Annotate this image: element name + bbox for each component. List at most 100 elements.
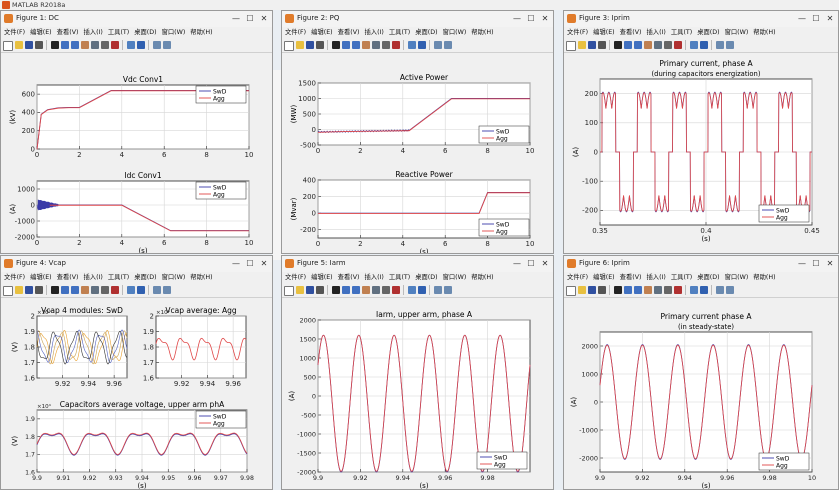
minimize-icon[interactable]: —: [511, 13, 523, 24]
menu-item[interactable]: 文件(F): [285, 272, 306, 283]
figure-titlebar[interactable]: Figure 4: Vcap — ☐ ✕: [1, 256, 272, 272]
rotate-3d-icon[interactable]: [372, 286, 380, 294]
new-figure-icon[interactable]: [566, 41, 576, 51]
menu-item[interactable]: 工具(T): [108, 272, 129, 283]
menu-item[interactable]: 帮助(H): [190, 272, 212, 283]
hide-plot-tools-icon[interactable]: [434, 41, 442, 49]
menu-item[interactable]: 窗口(W): [162, 27, 186, 38]
figure-window-pq[interactable]: Figure 2: PQ — ☐ ✕ 文件(F) 编辑(E) 查看(V) 插入(I) 工具(T)…: [281, 10, 554, 254]
menu-item[interactable]: 窗口(W): [443, 272, 467, 283]
close-icon[interactable]: ✕: [539, 13, 551, 24]
pan-hand-icon[interactable]: [644, 286, 652, 294]
figure-titlebar[interactable]: Figure 6: Iprim — ☐ ✕: [564, 256, 838, 272]
zoom-in-icon[interactable]: [61, 41, 69, 49]
colorbar-icon[interactable]: [127, 41, 135, 49]
legend[interactable]: SwDAgg: [195, 181, 247, 200]
figure-titlebar[interactable]: Figure 5: Iarm — ☐ ✕: [282, 256, 553, 272]
minimize-icon[interactable]: —: [796, 13, 808, 24]
legend[interactable]: SwDAgg: [758, 452, 810, 471]
data-cursor-icon[interactable]: [101, 286, 109, 294]
open-file-icon[interactable]: [296, 41, 304, 49]
colorbar-icon[interactable]: [690, 41, 698, 49]
menu-item[interactable]: 编辑(E): [30, 27, 52, 38]
menu-item[interactable]: 窗口(W): [725, 27, 749, 38]
menu-item[interactable]: 工具(T): [671, 272, 692, 283]
axes[interactable]: 1.6 1.7 1.8 1.9 2 9.92 9.94 9.96 Vcap average: A…: [143, 306, 247, 388]
brush-icon[interactable]: [111, 286, 119, 294]
new-figure-icon[interactable]: [566, 286, 576, 296]
zoom-out-icon[interactable]: [634, 286, 642, 294]
select-arrow-icon[interactable]: [51, 41, 59, 49]
maximize-icon[interactable]: ☐: [810, 258, 822, 269]
menu-item[interactable]: 编辑(E): [30, 272, 52, 283]
legend[interactable]: SwDAgg: [478, 125, 530, 144]
save-icon[interactable]: [588, 41, 596, 49]
rotate-3d-icon[interactable]: [91, 41, 99, 49]
pan-hand-icon[interactable]: [362, 286, 370, 294]
menu-item[interactable]: 桌面(D): [415, 272, 437, 283]
menu-item[interactable]: 桌面(D): [134, 27, 156, 38]
menu-item[interactable]: 桌面(D): [697, 272, 719, 283]
show-plot-tools-icon[interactable]: [726, 286, 734, 294]
close-icon[interactable]: ✕: [539, 258, 551, 269]
select-arrow-icon[interactable]: [614, 286, 622, 294]
menu-item[interactable]: 文件(F): [285, 27, 306, 38]
maximize-icon[interactable]: ☐: [244, 13, 256, 24]
maximize-icon[interactable]: ☐: [810, 13, 822, 24]
figure-titlebar[interactable]: Figure 2: PQ — ☐ ✕: [282, 11, 553, 27]
legend[interactable]: SwDAgg: [476, 451, 528, 470]
brush-icon[interactable]: [674, 41, 682, 49]
save-icon[interactable]: [588, 286, 596, 294]
menu-item[interactable]: 文件(F): [567, 27, 588, 38]
print-icon[interactable]: [598, 41, 606, 49]
legend[interactable]: SwDAgg: [478, 218, 530, 237]
legend-icon[interactable]: [137, 286, 145, 294]
zoom-out-icon[interactable]: [634, 41, 642, 49]
show-plot-tools-icon[interactable]: [444, 286, 452, 294]
data-cursor-icon[interactable]: [101, 41, 109, 49]
show-plot-tools-icon[interactable]: [726, 41, 734, 49]
hide-plot-tools-icon[interactable]: [153, 286, 161, 294]
axes[interactable]: -20002004000 2 4 6 8 10Reactive Power(Mvar)(s…: [290, 170, 534, 254]
show-plot-tools-icon[interactable]: [163, 41, 171, 49]
data-cursor-icon[interactable]: [382, 286, 390, 294]
menu-item[interactable]: 窗口(W): [725, 272, 749, 283]
select-arrow-icon[interactable]: [614, 41, 622, 49]
close-icon[interactable]: ✕: [824, 258, 836, 269]
print-icon[interactable]: [316, 286, 324, 294]
axes[interactable]: -5000500100015000 2 4 6 8 10Active Power(MW)S…: [290, 73, 534, 155]
menu-item[interactable]: 工具(T): [389, 27, 410, 38]
brush-icon[interactable]: [392, 41, 400, 49]
minimize-icon[interactable]: —: [230, 13, 242, 24]
zoom-in-icon[interactable]: [624, 286, 632, 294]
menu-item[interactable]: 查看(V): [338, 27, 360, 38]
colorbar-icon[interactable]: [408, 41, 416, 49]
legend-icon[interactable]: [418, 41, 426, 49]
figure-window-dc[interactable]: Figure 1: DC — ☐ ✕ 文件(F) 编辑(E) 查看(V) 插入(I) 工具(T)…: [0, 10, 273, 254]
zoom-out-icon[interactable]: [71, 41, 79, 49]
menu-item[interactable]: 查看(V): [620, 27, 642, 38]
menu-item[interactable]: 窗口(W): [443, 27, 467, 38]
menu-item[interactable]: 插入(I): [646, 272, 665, 283]
menu-item[interactable]: 查看(V): [57, 27, 79, 38]
hide-plot-tools-icon[interactable]: [153, 41, 161, 49]
axes[interactable]: -200 -100 0 100 200 0.35 0.4 0.45 Primary curren…: [572, 59, 820, 243]
rotate-3d-icon[interactable]: [372, 41, 380, 49]
maximize-icon[interactable]: ☐: [525, 258, 537, 269]
menu-item[interactable]: 帮助(H): [190, 27, 212, 38]
menu-item[interactable]: 工具(T): [671, 27, 692, 38]
figure-titlebar[interactable]: Figure 3: Iprim — ☐ ✕: [564, 11, 838, 27]
save-icon[interactable]: [25, 41, 33, 49]
data-cursor-icon[interactable]: [664, 286, 672, 294]
menu-item[interactable]: 插入(I): [83, 27, 102, 38]
colorbar-icon[interactable]: [690, 286, 698, 294]
legend-icon[interactable]: [700, 41, 708, 49]
new-figure-icon[interactable]: [284, 41, 294, 51]
zoom-in-icon[interactable]: [342, 41, 350, 49]
menu-item[interactable]: 工具(T): [389, 272, 410, 283]
minimize-icon[interactable]: —: [230, 258, 242, 269]
save-icon[interactable]: [306, 41, 314, 49]
menu-item[interactable]: 帮助(H): [471, 27, 493, 38]
figure-window-iarm[interactable]: Figure 5: Iarm — ☐ ✕ 文件(F) 编辑(E) 查看(V) 插入(I) 工具(…: [281, 255, 554, 490]
legend-icon[interactable]: [418, 286, 426, 294]
